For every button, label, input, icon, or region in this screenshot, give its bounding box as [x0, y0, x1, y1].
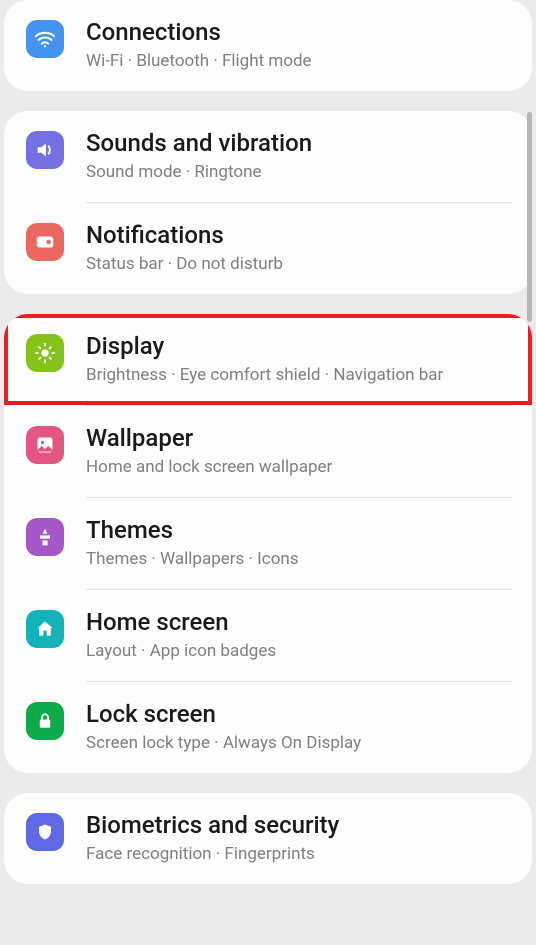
settings-row-title: Display	[86, 331, 512, 362]
settings-row-subtitle: Sound mode · Ringtone	[86, 161, 512, 185]
settings-row-lockscreen[interactable]: Lock screen Screen lock type · Always On…	[4, 682, 532, 773]
settings-row-themes[interactable]: Themes Themes · Wallpapers · Icons	[4, 498, 532, 589]
settings-row-homescreen[interactable]: Home screen Layout · App icon badges	[4, 590, 532, 681]
themes-icon	[26, 518, 64, 556]
lock-icon	[26, 702, 64, 740]
notification-icon	[26, 223, 64, 261]
settings-row-title: Themes	[86, 515, 512, 546]
settings-row-subtitle: Status bar · Do not disturb	[86, 253, 512, 277]
settings-row-title: Biometrics and security	[86, 810, 512, 841]
settings-row-connections[interactable]: Connections Wi-Fi · Bluetooth · Flight m…	[4, 0, 532, 91]
sound-icon	[26, 131, 64, 169]
settings-row-wallpaper[interactable]: Wallpaper Home and lock screen wallpaper	[4, 406, 532, 497]
settings-row-subtitle: Themes · Wallpapers · Icons	[86, 548, 512, 572]
settings-row-title: Connections	[86, 17, 512, 48]
settings-row-subtitle: Home and lock screen wallpaper	[86, 456, 512, 480]
settings-row-notifications[interactable]: Notifications Status bar · Do not distur…	[4, 203, 532, 294]
settings-row-title: Notifications	[86, 220, 512, 251]
shield-icon	[26, 813, 64, 851]
settings-card-connections: Connections Wi-Fi · Bluetooth · Flight m…	[4, 0, 532, 91]
settings-row-subtitle: Screen lock type · Always On Display	[86, 732, 512, 756]
wallpaper-icon	[26, 426, 64, 464]
home-icon	[26, 610, 64, 648]
settings-card-display: Display Brightness · Eye comfort shield …	[4, 314, 532, 773]
settings-row-title: Home screen	[86, 607, 512, 638]
scrollbar[interactable]	[527, 112, 532, 322]
settings-row-subtitle: Layout · App icon badges	[86, 640, 512, 664]
settings-row-subtitle: Brightness · Eye comfort shield · Naviga…	[86, 364, 512, 388]
wifi-icon	[26, 20, 64, 58]
brightness-icon	[26, 334, 64, 372]
settings-row-title: Lock screen	[86, 699, 512, 730]
settings-row-biometrics[interactable]: Biometrics and security Face recognition…	[4, 793, 532, 884]
settings-card-biometrics: Biometrics and security Face recognition…	[4, 793, 532, 884]
settings-row-title: Sounds and vibration	[86, 128, 512, 159]
settings-row-display[interactable]: Display Brightness · Eye comfort shield …	[4, 314, 532, 405]
settings-row-sounds[interactable]: Sounds and vibration Sound mode · Ringto…	[4, 111, 532, 202]
settings-card-sounds: Sounds and vibration Sound mode · Ringto…	[4, 111, 532, 294]
settings-row-title: Wallpaper	[86, 423, 512, 454]
settings-row-subtitle: Face recognition · Fingerprints	[86, 843, 512, 867]
settings-row-subtitle: Wi-Fi · Bluetooth · Flight mode	[86, 50, 512, 74]
